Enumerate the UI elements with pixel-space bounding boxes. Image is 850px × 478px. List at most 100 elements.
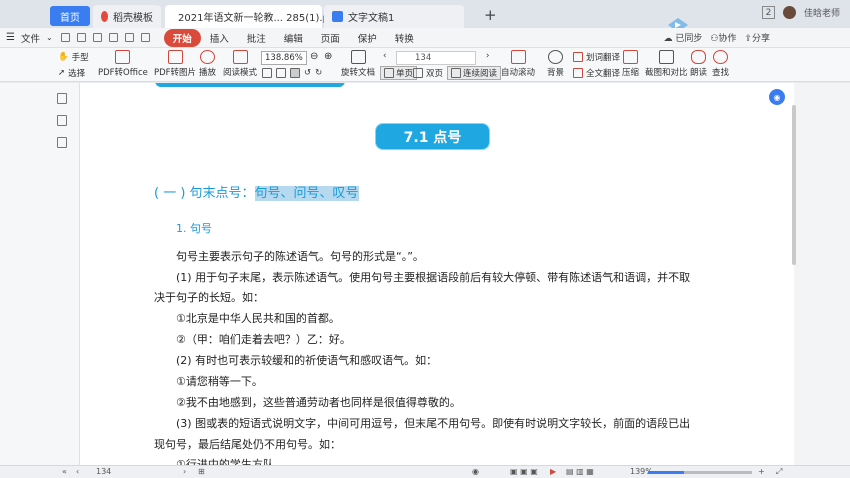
continuous-read-button[interactable]: 连续阅读: [447, 66, 502, 80]
read-mode-label: 阅读模式: [223, 68, 258, 78]
read-aloud-button[interactable]: 朗读: [690, 50, 707, 78]
compress-button[interactable]: 压缩: [622, 50, 639, 78]
fit-page-icon[interactable]: [262, 68, 272, 78]
header-strip: [155, 83, 345, 87]
status-page-number[interactable]: 134: [96, 467, 111, 476]
play-button[interactable]: 播放: [199, 50, 216, 78]
compress-label: 压缩: [622, 68, 640, 78]
open-icon[interactable]: [76, 33, 86, 42]
tab-edit[interactable]: 编辑: [275, 29, 312, 47]
preview-icon[interactable]: [108, 33, 118, 42]
rotate-doc-button[interactable]: 旋转文档: [341, 50, 375, 78]
find-button[interactable]: 查找: [712, 50, 729, 78]
zoom-in-icon[interactable]: +: [758, 467, 765, 476]
fit-width-icon[interactable]: [276, 68, 286, 78]
toolbar: ✋ 手型 ➚ 选择 PDF转Office PDF转图片 播放 阅读模式 138.86…: [0, 48, 850, 82]
read-mode-button[interactable]: 阅读模式: [223, 50, 257, 78]
auto-scroll-button[interactable]: 自动滚动: [501, 50, 535, 78]
annotation-icon[interactable]: [57, 137, 67, 148]
read-aloud-label: 朗读: [690, 68, 708, 78]
chevron-down-icon[interactable]: ⌄: [46, 33, 53, 42]
tab-convert[interactable]: 转换: [386, 29, 423, 47]
tab-protect[interactable]: 保护: [349, 29, 386, 47]
prev-page-icon[interactable]: ‹: [383, 51, 386, 61]
new-tab-icon[interactable]: +: [484, 6, 497, 24]
share-button[interactable]: ⇪分享: [744, 31, 770, 44]
prev-page-icon[interactable]: ‹: [76, 467, 79, 476]
zoom-out-icon[interactable]: ⊖: [310, 51, 318, 62]
hand-icon: ✋: [58, 52, 69, 62]
redo-icon[interactable]: [140, 33, 150, 42]
select-label: 选择: [68, 69, 86, 79]
tab-word-document[interactable]: 文字文稿1: [324, 5, 464, 28]
first-page-icon[interactable]: «: [62, 467, 67, 476]
pdf-image-label: PDF转图片: [154, 68, 197, 78]
hand-tool[interactable]: ✋ 手型: [58, 51, 89, 63]
tab-templates[interactable]: 稻壳模板: [93, 5, 161, 28]
tab-insert[interactable]: 插入: [201, 29, 238, 47]
share-label: 分享: [751, 34, 770, 44]
hand-label: 手型: [71, 53, 89, 63]
tab-label: 文字文稿1: [348, 13, 395, 24]
rotate-right-icon[interactable]: ↻: [315, 68, 322, 78]
paragraph: 句号主要表示句子的陈述语气。句号的形式是“。”。: [176, 250, 424, 263]
play-icon: [200, 50, 215, 64]
selected-text[interactable]: 句号、问号、叹号: [254, 186, 359, 201]
add-page-icon[interactable]: ⊞: [198, 467, 205, 476]
tab-page[interactable]: 页面: [312, 29, 349, 47]
file-menu[interactable]: 文件: [21, 31, 40, 45]
single-page-button[interactable]: 单页: [380, 66, 418, 80]
eye-icon[interactable]: ◉: [472, 467, 479, 476]
pdf-to-image-button[interactable]: PDF转图片: [154, 50, 196, 78]
print-icon[interactable]: [92, 33, 102, 42]
zoom-input[interactable]: 138.86%: [261, 51, 307, 65]
full-translate-button[interactable]: 全文翻译: [573, 67, 620, 79]
rotate-left-icon[interactable]: ↺: [304, 68, 311, 78]
play-icon[interactable]: ▶: [550, 467, 556, 476]
thumbnail-icon[interactable]: [57, 115, 67, 126]
double-page-icon: [413, 68, 423, 78]
next-page-icon[interactable]: ›: [183, 467, 186, 476]
paragraph: ①请您稍等一下。: [176, 375, 263, 388]
select-tool[interactable]: ➚ 选择: [58, 67, 85, 79]
undo-icon[interactable]: [124, 33, 134, 42]
play-label: 播放: [199, 68, 217, 78]
tab-label: 稻壳模板: [113, 13, 153, 24]
microphone-icon: [691, 50, 706, 64]
collab-button[interactable]: ⚇协作: [710, 31, 736, 44]
avatar[interactable]: [782, 6, 796, 19]
next-page-icon[interactable]: ›: [486, 51, 489, 61]
zoom-in-icon[interactable]: ⊕: [324, 51, 332, 62]
book-icon: [232, 50, 248, 64]
layout-icons[interactable]: ▤ ▥ ▦: [566, 467, 594, 476]
notification-badge[interactable]: 2: [761, 6, 775, 19]
actual-size-icon[interactable]: [290, 68, 300, 78]
moon-icon: [548, 50, 563, 64]
tab-start[interactable]: 开始: [163, 28, 201, 47]
sync-status[interactable]: ☁ 已同步: [663, 31, 702, 44]
bookmark-icon[interactable]: [57, 93, 67, 104]
full-translate-icon: [573, 68, 583, 78]
find-icon: [713, 50, 728, 64]
capture-compare-button[interactable]: 截图和对比: [645, 50, 688, 78]
zoom-slider[interactable]: [648, 471, 752, 474]
zoom-slider-fill: [648, 471, 685, 474]
vertical-scrollbar[interactable]: [792, 105, 796, 265]
tab-pdf-document[interactable]: 2021年语文新一轮教... 285(1).pdf ✕: [165, 5, 353, 28]
continuous-icon: [451, 68, 461, 78]
background-button[interactable]: 背景: [547, 50, 564, 78]
save-icon[interactable]: [60, 33, 70, 42]
tab-home[interactable]: 首页: [50, 6, 90, 26]
word-translate-button[interactable]: 划词翻译: [573, 51, 620, 63]
fullscreen-icon[interactable]: ⤢: [776, 467, 782, 477]
pdf-to-office-button[interactable]: PDF转Office: [98, 50, 148, 78]
document-page[interactable]: 7.1 点号 ( 一 ) 句末点号：句号、问号、叹号 1. 句号 句号主要表示句…: [80, 83, 794, 465]
tab-comment[interactable]: 批注: [238, 29, 275, 47]
hamburger-icon[interactable]: ☰: [6, 32, 15, 43]
page-number-input[interactable]: 134: [396, 51, 476, 65]
user-name[interactable]: 佳晗老师: [804, 6, 840, 19]
assistant-icon[interactable]: ◉: [769, 89, 785, 105]
capture-label: 截图和对比: [645, 68, 688, 78]
paragraph: ②（甲：咱们走着去吧？）乙：好。: [176, 333, 351, 346]
view-mode-icons[interactable]: ▣ ▣ ▣: [510, 467, 538, 476]
